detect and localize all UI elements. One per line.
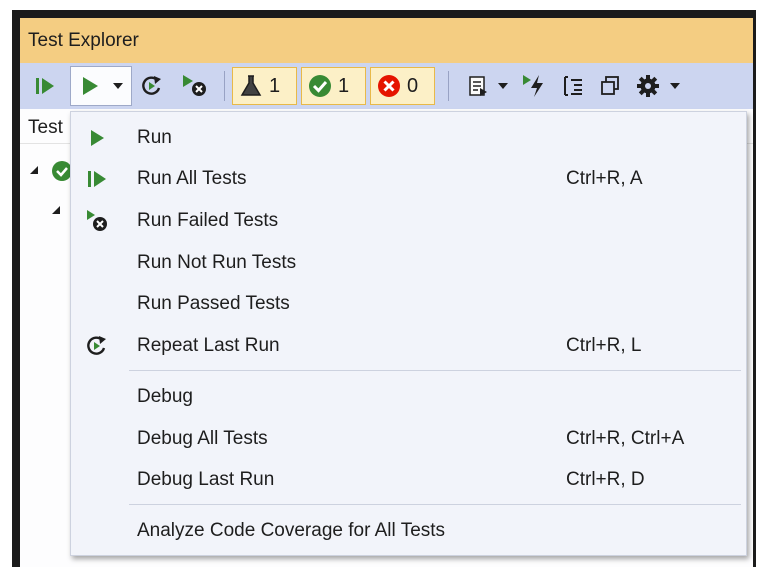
- total-count: 1: [269, 74, 281, 97]
- column-header-test[interactable]: Test: [28, 117, 63, 139]
- title-bar: Test Explorer: [20, 18, 753, 63]
- menu-item-label: Run All Tests: [137, 168, 247, 189]
- menu-item-shortcut: Ctrl+R, A: [566, 168, 643, 189]
- menu-item-run-failed-tests[interactable]: Run Failed Tests: [71, 202, 746, 240]
- run-dropdown-menu: Run Run All Tests Ctrl+R, A Run Failed T…: [70, 111, 747, 556]
- check-icon: [308, 74, 332, 98]
- failed-count: 0: [407, 74, 419, 97]
- tree-node-expander[interactable]: [30, 160, 72, 187]
- menu-item-shortcut: Ctrl+R, L: [566, 335, 642, 356]
- menu-item-repeat-last-run[interactable]: Repeat Last Run Ctrl+R, L: [71, 327, 746, 365]
- dropdown-arrow-icon[interactable]: [111, 79, 125, 93]
- tree-child-expander[interactable]: [52, 202, 66, 221]
- group-icon[interactable]: [560, 72, 588, 100]
- menu-item-label: Debug All Tests: [137, 428, 268, 449]
- error-icon: [377, 74, 401, 98]
- lightning-run-icon[interactable]: [520, 72, 550, 100]
- filter-total-button[interactable]: 1: [232, 67, 297, 105]
- playlist-dropdown-icon[interactable]: [496, 79, 510, 93]
- menu-item-run-not-run-tests[interactable]: Run Not Run Tests: [71, 244, 746, 282]
- menu-item-label: Run Not Run Tests: [137, 252, 297, 273]
- run-split-button[interactable]: [70, 66, 132, 106]
- menu-item-label: Debug: [137, 386, 193, 407]
- menu-item-label: Repeat Last Run: [137, 335, 280, 356]
- toolbar-separator: [224, 71, 225, 101]
- menu-item-label: Run Passed Tests: [137, 293, 290, 314]
- menu-item-label: Run: [137, 127, 172, 148]
- settings-dropdown-icon[interactable]: [668, 79, 682, 93]
- copy-icon[interactable]: [596, 72, 624, 100]
- run-icon[interactable]: [77, 73, 103, 99]
- filter-passed-button[interactable]: 1: [301, 67, 366, 105]
- run-all-icon[interactable]: [32, 73, 58, 99]
- menu-item-label: Debug Last Run: [137, 469, 275, 490]
- run-all-icon: [85, 167, 109, 191]
- menu-item-run[interactable]: Run: [71, 119, 746, 157]
- toolbar: 1 1 0: [20, 63, 753, 109]
- run-failed-icon[interactable]: [180, 72, 210, 100]
- menu-item-label: Analyze Code Coverage for All Tests: [137, 520, 446, 541]
- gear-icon[interactable]: [634, 72, 662, 100]
- repeat-icon: [85, 334, 109, 358]
- menu-separator: [129, 504, 741, 505]
- menu-item-run-passed-tests[interactable]: Run Passed Tests: [71, 285, 746, 323]
- filter-failed-button[interactable]: 0: [370, 67, 435, 105]
- playlist-icon[interactable]: [464, 72, 492, 100]
- menu-item-shortcut: Ctrl+R, D: [566, 469, 645, 490]
- passed-count: 1: [338, 74, 350, 97]
- repeat-icon[interactable]: [138, 72, 166, 100]
- run-failed-icon: [85, 209, 109, 233]
- run-icon: [85, 126, 109, 150]
- toolbar-separator: [448, 71, 449, 101]
- menu-item-debug-all-tests[interactable]: Debug All Tests Ctrl+R, Ctrl+A: [71, 420, 746, 458]
- menu-separator: [129, 370, 741, 371]
- flask-icon: [239, 74, 263, 98]
- menu-item-analyze-code-coverage[interactable]: Analyze Code Coverage for All Tests: [71, 512, 746, 550]
- menu-item-shortcut: Ctrl+R, Ctrl+A: [566, 428, 685, 449]
- menu-item-debug[interactable]: Debug: [71, 378, 746, 416]
- menu-item-debug-last-run[interactable]: Debug Last Run Ctrl+R, D: [71, 461, 746, 499]
- menu-item-run-all-tests[interactable]: Run All Tests Ctrl+R, A: [71, 160, 746, 198]
- menu-item-label: Run Failed Tests: [137, 210, 279, 231]
- window-title: Test Explorer: [28, 30, 139, 51]
